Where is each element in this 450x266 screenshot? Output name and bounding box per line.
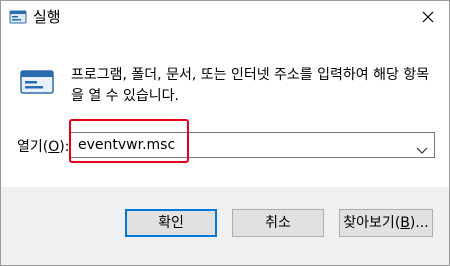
browse-label-prefix: 찾아보기( bbox=[343, 215, 401, 231]
open-input[interactable]: eventvwr.msc bbox=[78, 136, 175, 154]
run-program-icon bbox=[19, 67, 55, 97]
dialog-body: 프로그램, 폴더, 문서, 또는 인터넷 주소를 입력하여 해당 항목을 열 수… bbox=[1, 33, 449, 187]
title-bar[interactable]: 실행 bbox=[1, 1, 449, 33]
chevron-down-icon[interactable] bbox=[416, 140, 428, 154]
close-button[interactable] bbox=[407, 1, 449, 33]
open-label-access-key: O bbox=[48, 139, 60, 155]
cancel-button[interactable]: 취소 bbox=[232, 209, 324, 237]
browse-button[interactable]: 찾아보기(B)... bbox=[339, 209, 433, 237]
window-title: 실행 bbox=[33, 8, 61, 26]
browse-label-suffix: )... bbox=[409, 215, 429, 231]
run-icon bbox=[9, 9, 27, 25]
description-text: 프로그램, 폴더, 문서, 또는 인터넷 주소를 입력하여 해당 항목을 열 수… bbox=[71, 67, 430, 104]
open-label-suffix: ): bbox=[59, 139, 70, 155]
open-combobox[interactable]: eventvwr.msc bbox=[69, 132, 435, 158]
browse-access-key: B bbox=[400, 215, 410, 231]
ok-button[interactable]: 확인 bbox=[125, 209, 217, 237]
open-label-prefix: 열기( bbox=[17, 139, 49, 155]
run-dialog: 실행 프로그램, 폴더, 문서, 또는 인터넷 주소를 입력하여 해당 항목을 … bbox=[0, 0, 450, 266]
button-bar: 확인 취소 찾아보기(B)... bbox=[1, 187, 449, 265]
close-icon bbox=[422, 8, 434, 27]
open-label: 열기(O): bbox=[17, 137, 69, 157]
